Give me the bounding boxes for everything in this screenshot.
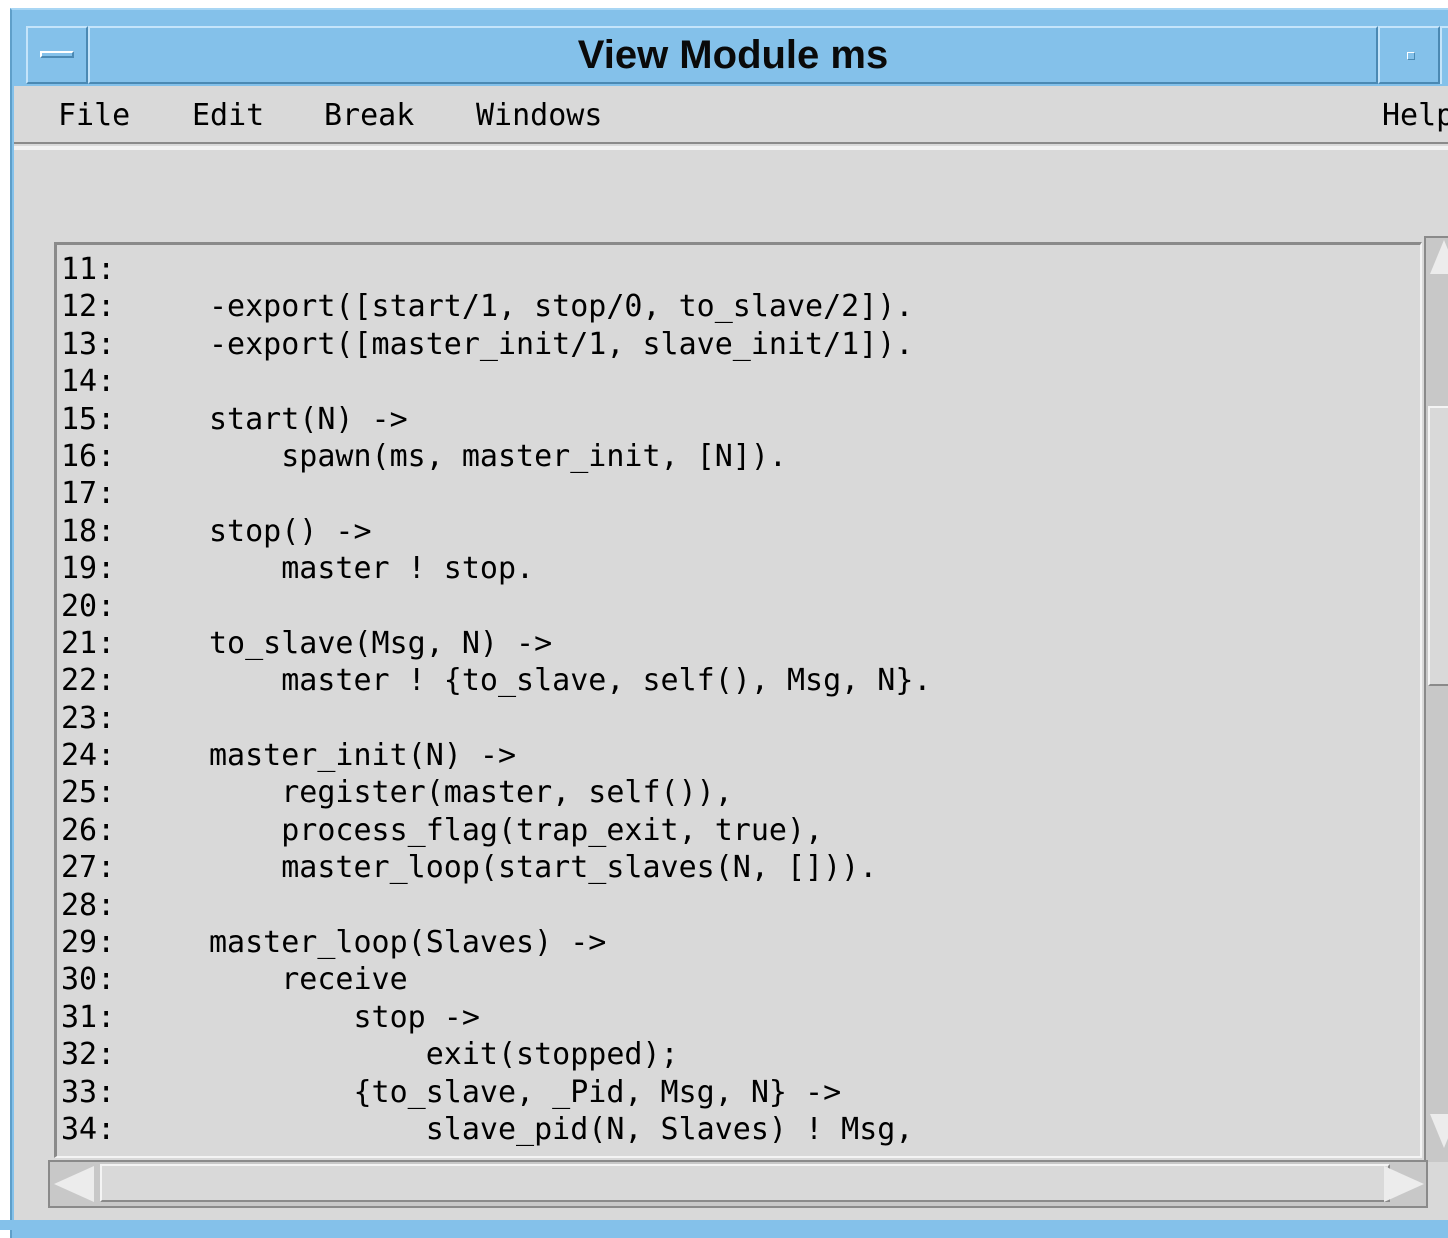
line-text: spawn(ms, master_init, [N]). — [209, 438, 787, 474]
code-line: 29: master_loop(Slaves) -> — [61, 924, 931, 961]
code-line: 20: — [61, 588, 931, 625]
arrow-down-icon[interactable] — [1430, 1114, 1448, 1148]
line-number[interactable]: 25: — [61, 774, 209, 811]
menu-edit[interactable]: Edit — [192, 98, 264, 134]
code-line: 34: slave_pid(N, Slaves) ! Msg, — [61, 1111, 931, 1148]
line-text: master ! stop. — [209, 551, 535, 587]
minimize-icon — [1407, 52, 1415, 60]
code-line: 30: receive — [61, 961, 931, 998]
line-number[interactable]: 30: — [61, 961, 209, 998]
line-number[interactable]: 11: — [61, 251, 209, 288]
menu-bar: File Edit Break Windows Help — [14, 86, 1448, 144]
menu-separator — [14, 146, 1448, 150]
code-line: 31: stop -> — [61, 999, 931, 1036]
line-number[interactable]: 29: — [61, 924, 209, 961]
code-line: 16: spawn(ms, master_init, [N]). — [61, 438, 931, 475]
line-text: master ! {to_slave, self(), Msg, N}. — [209, 663, 932, 699]
minimize-button[interactable] — [1378, 26, 1440, 84]
horizontal-scroll-thumb[interactable] — [100, 1164, 1390, 1202]
line-text: -export([start/1, stop/0, to_slave/2]). — [209, 289, 914, 325]
line-number[interactable]: 33: — [61, 1074, 209, 1111]
line-number[interactable]: 26: — [61, 812, 209, 849]
line-number[interactable]: 34: — [61, 1111, 209, 1148]
line-text: slave_pid(N, Slaves) ! Msg, — [209, 1111, 914, 1147]
window-menu-button[interactable] — [26, 26, 88, 84]
code-line: 19: master ! stop. — [61, 550, 931, 587]
window-client-area: File Edit Break Windows Help 11: 12: -expo… — [14, 86, 1448, 1220]
code-view[interactable]: 11: 12: -export([start/1, stop/0, to_slave… — [54, 242, 1422, 1158]
title-bar: View Module ms — [12, 18, 1448, 86]
code-line: 17: — [61, 475, 931, 512]
window-bottom-border — [0, 1220, 1448, 1230]
line-text: master_init(N) -> — [209, 738, 517, 774]
line-text: process_flag(trap_exit, true), — [209, 812, 824, 848]
line-number[interactable]: 20: — [61, 588, 209, 625]
code-line: 21: to_slave(Msg, N) -> — [61, 625, 931, 662]
line-number[interactable]: 28: — [61, 887, 209, 924]
menu-file[interactable]: File — [58, 98, 130, 134]
line-number[interactable]: 21: — [61, 625, 209, 662]
vertical-scroll-thumb[interactable] — [1428, 406, 1448, 686]
maximize-button[interactable] — [1440, 26, 1448, 84]
horizontal-scrollbar[interactable] — [48, 1160, 1428, 1208]
line-number[interactable]: 22: — [61, 662, 209, 699]
line-number[interactable]: 14: — [61, 363, 209, 400]
code-line: 26: process_flag(trap_exit, true), — [61, 812, 931, 849]
menu-help[interactable]: Help — [1382, 98, 1448, 134]
window-title[interactable]: View Module ms — [88, 26, 1378, 84]
line-text: exit(stopped); — [209, 1037, 679, 1073]
line-number[interactable]: 12: — [61, 288, 209, 325]
code-line: 15: start(N) -> — [61, 401, 931, 438]
line-text: stop -> — [209, 999, 480, 1035]
code-line: 23: — [61, 700, 931, 737]
arrow-left-icon[interactable] — [54, 1166, 94, 1202]
line-text: receive — [209, 962, 408, 998]
code-line: 18: stop() -> — [61, 513, 931, 550]
line-number[interactable]: 23: — [61, 700, 209, 737]
code-line: 24: master_init(N) -> — [61, 737, 931, 774]
line-number[interactable]: 27: — [61, 849, 209, 886]
arrow-up-icon[interactable] — [1430, 240, 1448, 274]
line-number[interactable]: 31: — [61, 999, 209, 1036]
code-line: 25: register(master, self()), — [61, 774, 931, 811]
menu-windows[interactable]: Windows — [476, 98, 602, 134]
line-text: master_loop(Slaves) -> — [209, 925, 607, 961]
code-line: 14: — [61, 363, 931, 400]
menu-break[interactable]: Break — [324, 98, 414, 134]
code-line: 12: -export([start/1, stop/0, to_slave/2]… — [61, 288, 931, 325]
line-text: start(N) -> — [209, 401, 408, 437]
code-line: 33: {to_slave, _Pid, Msg, N} -> — [61, 1074, 931, 1111]
line-number[interactable]: 13: — [61, 326, 209, 363]
code-line: 22: master ! {to_slave, self(), Msg, N}. — [61, 662, 931, 699]
line-text: register(master, self()), — [209, 775, 733, 811]
line-text: {to_slave, _Pid, Msg, N} -> — [209, 1074, 842, 1110]
line-number[interactable]: 24: — [61, 737, 209, 774]
line-number[interactable]: 32: — [61, 1036, 209, 1073]
line-number[interactable]: 17: — [61, 475, 209, 512]
code-listing: 11: 12: -export([start/1, stop/0, to_slave… — [61, 251, 931, 1148]
line-text: master_loop(start_slaves(N, [])). — [209, 850, 878, 886]
code-line: 11: — [61, 251, 931, 288]
code-line: 28: — [61, 887, 931, 924]
code-line: 32: exit(stopped); — [61, 1036, 931, 1073]
line-text: -export([master_init/1, slave_init/1]). — [209, 326, 914, 362]
vertical-scrollbar[interactable] — [1424, 236, 1448, 1162]
line-number[interactable]: 15: — [61, 401, 209, 438]
line-number[interactable]: 16: — [61, 438, 209, 475]
arrow-right-icon[interactable] — [1384, 1166, 1424, 1202]
code-line: 13: -export([master_init/1, slave_init/1]… — [61, 326, 931, 363]
line-text: stop() -> — [209, 513, 372, 549]
window-menu-icon — [40, 51, 74, 58]
line-number[interactable]: 18: — [61, 513, 209, 550]
code-line: 27: master_loop(start_slaves(N, [])). — [61, 849, 931, 886]
line-number[interactable]: 19: — [61, 550, 209, 587]
line-text: to_slave(Msg, N) -> — [209, 625, 553, 661]
